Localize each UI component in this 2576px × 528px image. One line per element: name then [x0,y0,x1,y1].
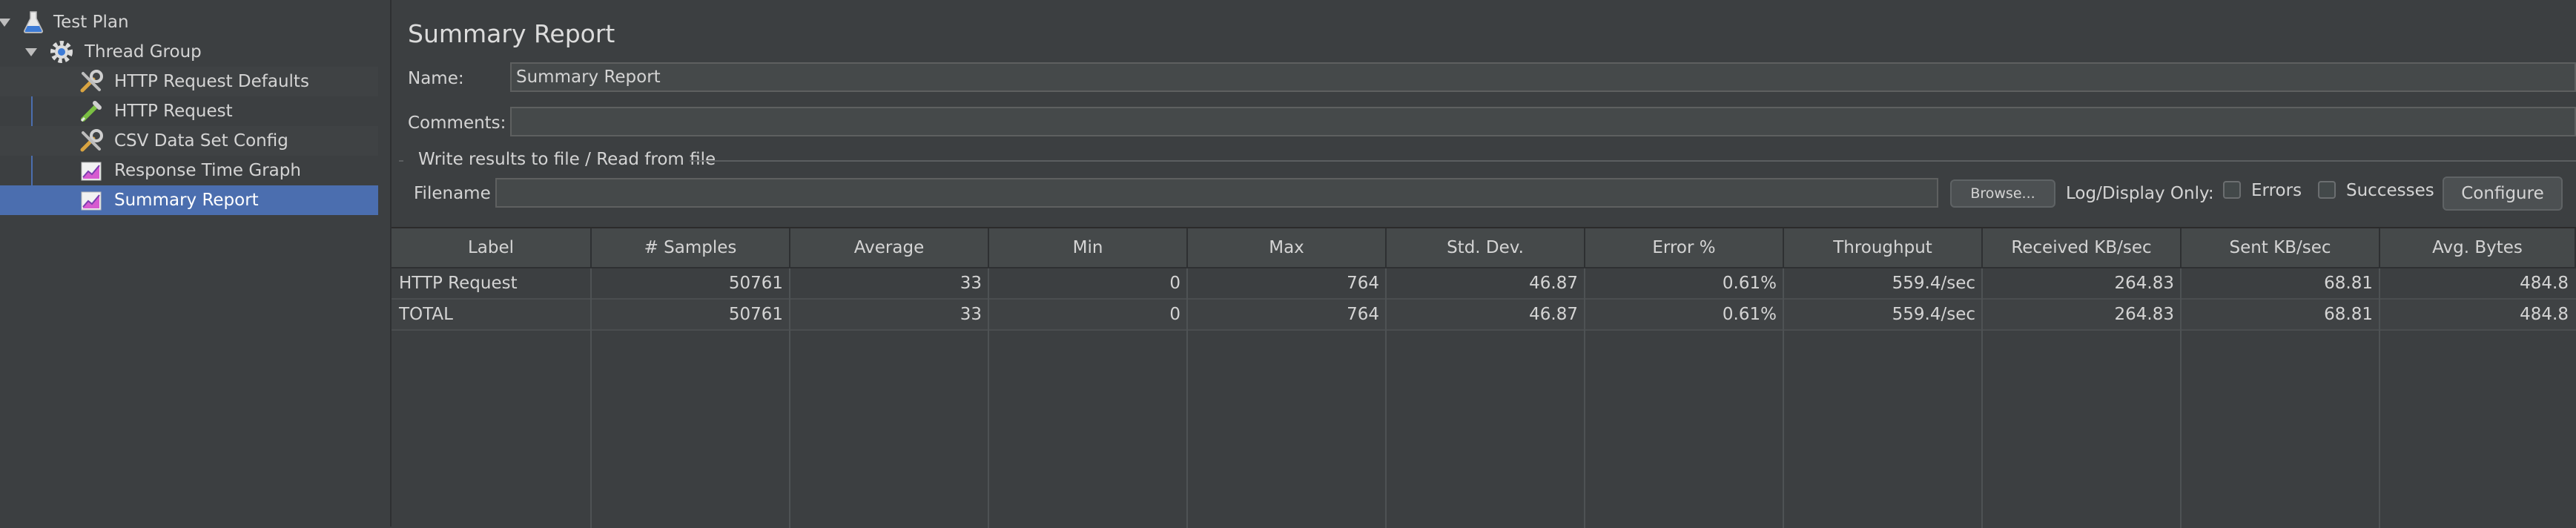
tree-item-label: HTTP Request [114,102,233,121]
summary-report-panel: Summary Report Name: Comments: Write res… [392,0,2576,528]
row-divider [392,329,2576,331]
column-header-sent-kb[interactable]: Sent KB/sec [2182,228,2380,268]
table-cell: TOTAL [399,305,453,324]
table-cell: 50761 [728,274,783,293]
name-field[interactable] [510,62,2576,92]
filename-field[interactable] [495,178,1938,208]
pipette-icon [79,99,104,124]
column-divider [1186,268,1188,528]
table-cell: 0.61% [1722,274,1777,293]
tree-item-label: Thread Group [85,42,202,62]
table-cell: 0 [1169,274,1180,293]
tree-item-label: HTTP Request Defaults [114,72,309,91]
table-cell: 33 [960,305,982,324]
table-cell: 33 [960,274,982,293]
tree-item-csv-data-set-config[interactable]: CSV Data Set Config [0,126,378,156]
expand-arrow-icon[interactable] [25,48,37,56]
summary-table[interactable]: Label # Samples Average Min Max Std. Dev… [392,227,2576,528]
browse-button[interactable]: Browse... [1950,179,2055,208]
column-divider [1385,268,1387,528]
graph-icon [79,188,104,213]
wrench-icon [79,69,104,94]
graph-icon [79,158,104,183]
expand-arrow-icon[interactable] [0,19,10,27]
errors-checkbox[interactable] [2223,181,2241,199]
errors-label: Errors [2251,181,2302,200]
tree-item-label: Test Plan [53,13,129,32]
tree-item-label: Response Time Graph [114,161,301,180]
table-cell: 264.83 [2114,274,2174,293]
tree-item-thread-group[interactable]: Thread Group [0,37,378,67]
log-display-label: Log/Display Only: [2066,184,2214,203]
table-cell: 46.87 [1529,274,1578,293]
successes-label: Successes [2346,181,2434,200]
tree-item-test-plan[interactable]: Test Plan [0,7,378,37]
page-title: Summary Report [408,19,615,48]
column-header-avg-bytes[interactable]: Avg. Bytes [2380,228,2576,268]
group-title: Write results to file / Read from file [418,150,716,169]
column-header-samples[interactable]: # Samples [592,228,790,268]
column-header-average[interactable]: Average [790,228,989,268]
table-cell: 68.81 [2324,274,2373,293]
column-divider [2180,268,2182,528]
tree-item-label: CSV Data Set Config [114,131,288,151]
table-cell: 484.8 [2520,305,2569,324]
group-border [690,160,2576,162]
tree-item-http-request[interactable]: HTTP Request [0,96,378,126]
tree-item-response-time-graph[interactable]: Response Time Graph [0,156,378,185]
column-header-received-kb[interactable]: Received KB/sec [1983,228,2182,268]
tree-item-http-request-defaults[interactable]: HTTP Request Defaults [0,67,378,96]
filename-label: Filename [414,184,491,203]
pane-splitter[interactable] [380,0,392,527]
table-cell: HTTP Request [399,274,518,293]
table-cell: 50761 [728,305,783,324]
comments-label: Comments: [408,113,506,133]
table-cell: 559.4/sec [1892,274,1975,293]
table-cell: 68.81 [2324,305,2373,324]
column-divider [1584,268,1585,528]
table-cell: 0 [1169,305,1180,324]
column-divider [789,268,790,528]
column-header-std-dev[interactable]: Std. Dev. [1387,228,1585,268]
table-row[interactable]: HTTP Request 50761 33 0 764 46.87 0.61% … [392,268,2576,298]
table-cell: 559.4/sec [1892,305,1975,324]
column-header-throughput[interactable]: Throughput [1784,228,1983,268]
configure-button[interactable]: Configure [2443,176,2563,211]
column-divider [590,268,592,528]
column-header-error-pct[interactable]: Error % [1585,228,1784,268]
test-plan-tree[interactable]: Test Plan Thread Group HTTP Request Defa… [0,0,381,527]
tree-item-summary-report[interactable]: Summary Report [0,185,378,215]
table-row[interactable]: TOTAL 50761 33 0 764 46.87 0.61% 559.4/s… [392,300,2576,329]
column-header-min[interactable]: Min [989,228,1188,268]
name-label: Name: [408,69,464,88]
column-divider [2379,268,2380,528]
successes-checkbox[interactable] [2318,181,2336,199]
table-cell: 264.83 [2114,305,2174,324]
comments-field[interactable] [510,107,2576,136]
column-header-label[interactable]: Label [392,228,592,268]
table-header: Label # Samples Average Min Max Std. Dev… [392,228,2576,268]
group-border [399,160,403,162]
gear-icon [49,39,74,65]
flask-icon [21,10,46,35]
tree-item-label: Summary Report [114,191,259,210]
column-divider [1783,268,1784,528]
table-cell: 764 [1347,274,1379,293]
column-header-max[interactable]: Max [1188,228,1387,268]
column-divider [988,268,989,528]
table-cell: 484.8 [2520,274,2569,293]
table-cell: 46.87 [1529,305,1578,324]
column-divider [1981,268,1983,528]
table-cell: 0.61% [1722,305,1777,324]
table-cell: 764 [1347,305,1379,324]
wrench-icon [79,128,104,154]
